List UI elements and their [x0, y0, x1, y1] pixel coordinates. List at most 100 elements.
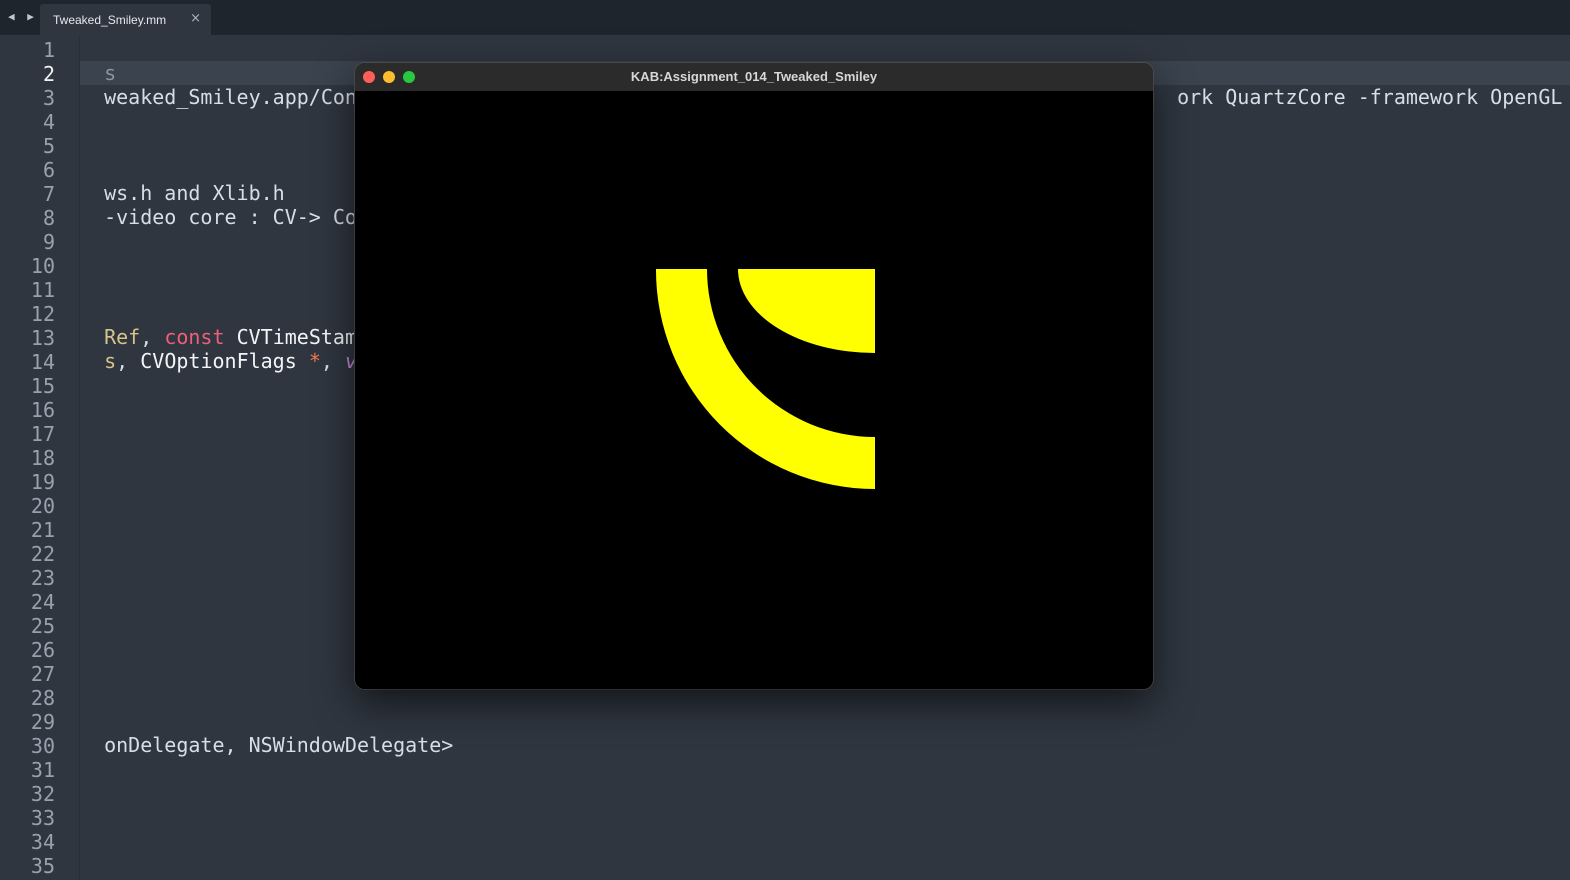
line-number: 12	[30, 302, 55, 326]
tab-title: Tweaked_Smiley.mm	[53, 13, 167, 27]
code-line-2[interactable]: weaked_Smiley.app/Conten	[80, 61, 393, 109]
code-token: s	[104, 349, 117, 373]
line-number-row[interactable]: 5	[0, 133, 79, 158]
line-number-row[interactable]: 27	[0, 661, 79, 686]
code-type: CVOptionFlags	[140, 349, 297, 373]
line-number-row[interactable]: 15	[0, 373, 79, 398]
render-surface	[655, 269, 875, 489]
line-number: 2	[42, 62, 55, 86]
tab-tweaked-smiley[interactable]: Tweaked_Smiley.mm ×	[40, 4, 211, 35]
line-number-row[interactable]: 7	[0, 181, 79, 206]
smile-inner-wedge	[738, 269, 875, 353]
line-number: 11	[30, 278, 55, 302]
line-number-row[interactable]: 24	[0, 589, 79, 614]
line-number-row[interactable]: 18	[0, 445, 79, 470]
line-number-row[interactable]: 22	[0, 541, 79, 566]
line-number: 26	[30, 638, 55, 662]
line-number-row[interactable]: 3	[0, 85, 79, 110]
line-number: 20	[30, 494, 55, 518]
line-number: 17	[30, 422, 55, 446]
line-number: 30	[30, 734, 55, 758]
line-number: 33	[30, 806, 55, 830]
line-number: 13	[30, 326, 55, 350]
line-number-row[interactable]: 13	[0, 325, 79, 350]
line-number-row[interactable]: 30	[0, 733, 79, 758]
line-number-row[interactable]: 20	[0, 493, 79, 518]
line-number: 24	[30, 590, 55, 614]
line-number-row[interactable]: 32	[0, 781, 79, 806]
line-number: 31	[30, 758, 55, 782]
code-line-13[interactable]: s, CVOptionFlags *, void	[80, 325, 393, 373]
code-line-1[interactable]: s	[80, 37, 116, 85]
line-number-row[interactable]: 1	[0, 37, 79, 62]
line-number-row[interactable]: 6	[0, 157, 79, 182]
line-number: 8	[42, 206, 55, 230]
line-number: 34	[30, 830, 55, 854]
line-number: 28	[30, 686, 55, 710]
nav-back-icon[interactable]: ◀	[8, 10, 18, 23]
code-text: -video core : CV-> Core	[104, 205, 382, 229]
code-line-2-continuation[interactable]: ork QuartzCore -framework OpenGL	[1153, 61, 1563, 109]
code-line-29[interactable]: onDelegate, NSWindowDelegate>	[80, 709, 453, 757]
code-line-7[interactable]: -video core : CV-> Core	[80, 181, 381, 229]
line-number: 15	[30, 374, 55, 398]
tab-close-icon[interactable]: ×	[190, 11, 201, 26]
line-number: 7	[42, 182, 55, 206]
line-number-row[interactable]: 9	[0, 229, 79, 254]
code-text: onDelegate, NSWindowDelegate>	[104, 733, 454, 757]
code-token: ,	[320, 349, 345, 373]
line-number: 1	[42, 38, 55, 62]
line-number: 35	[30, 854, 55, 878]
window-title: KAB:Assignment_014_Tweaked_Smiley	[630, 69, 878, 84]
opengl-canvas[interactable]	[355, 91, 1153, 689]
line-number-row[interactable]: 31	[0, 757, 79, 782]
line-number-gutter: 1 2 3 4 5 6 7 8 9 10 11 12 13 14 15 16 17 18 19 20 21 22 23 24 2…	[0, 35, 79, 880]
code-text: weaked_Smiley.app/Conten	[104, 85, 394, 109]
nav-forward-icon[interactable]: ▶	[27, 10, 37, 23]
window-titlebar[interactable]: KAB:Assignment_014_Tweaked_Smiley	[355, 63, 1153, 92]
line-number-row[interactable]: 21	[0, 517, 79, 542]
line-number: 21	[30, 518, 55, 542]
line-number-row[interactable]: 12	[0, 301, 79, 326]
line-number: 6	[42, 158, 55, 182]
line-number-row[interactable]: 14	[0, 349, 79, 374]
line-number-row[interactable]: 33	[0, 805, 79, 830]
line-number-row[interactable]: 35	[0, 853, 79, 878]
line-number: 32	[30, 782, 55, 806]
line-number-row[interactable]: 25	[0, 613, 79, 638]
line-number-row[interactable]: 11	[0, 277, 79, 302]
line-number: 27	[30, 662, 55, 686]
line-number: 18	[30, 446, 55, 470]
line-number: 3	[42, 86, 55, 110]
code-text: ork QuartzCore -framework OpenGL	[1177, 85, 1563, 109]
line-number-row[interactable]: 23	[0, 565, 79, 590]
line-number-row[interactable]: 2	[0, 61, 79, 86]
line-number: 22	[30, 542, 55, 566]
tab-navigation: ◀ ▶	[8, 10, 37, 23]
line-number-row[interactable]: 8	[0, 205, 79, 230]
line-number: 4	[42, 110, 55, 134]
code-operator: *	[308, 349, 321, 373]
line-number: 9	[42, 230, 55, 254]
line-number: 23	[30, 566, 55, 590]
line-number-row[interactable]: 19	[0, 469, 79, 494]
line-number: 25	[30, 614, 55, 638]
line-number: 29	[30, 710, 55, 734]
line-number-row[interactable]: 28	[0, 685, 79, 710]
line-number-row[interactable]: 16	[0, 397, 79, 422]
editor-tab-bar: ◀ ▶ Tweaked_Smiley.mm ×	[0, 0, 1570, 35]
line-number-row[interactable]: 17	[0, 421, 79, 446]
line-number-row[interactable]: 4	[0, 109, 79, 134]
line-number: 10	[30, 254, 55, 278]
line-number-row[interactable]: 34	[0, 829, 79, 854]
code-line-12[interactable]: Ref, const CVTimeStamp *	[80, 301, 393, 349]
line-number-row[interactable]: 10	[0, 253, 79, 278]
code-token: ,	[116, 349, 141, 373]
app-window[interactable]: KAB:Assignment_014_Tweaked_Smiley	[355, 63, 1153, 689]
code-line-6[interactable]: ws.h and Xlib.h	[80, 157, 285, 205]
line-number-row[interactable]: 26	[0, 637, 79, 662]
line-number: 16	[30, 398, 55, 422]
line-number-row[interactable]: 29	[0, 709, 79, 734]
line-number: 5	[42, 134, 55, 158]
